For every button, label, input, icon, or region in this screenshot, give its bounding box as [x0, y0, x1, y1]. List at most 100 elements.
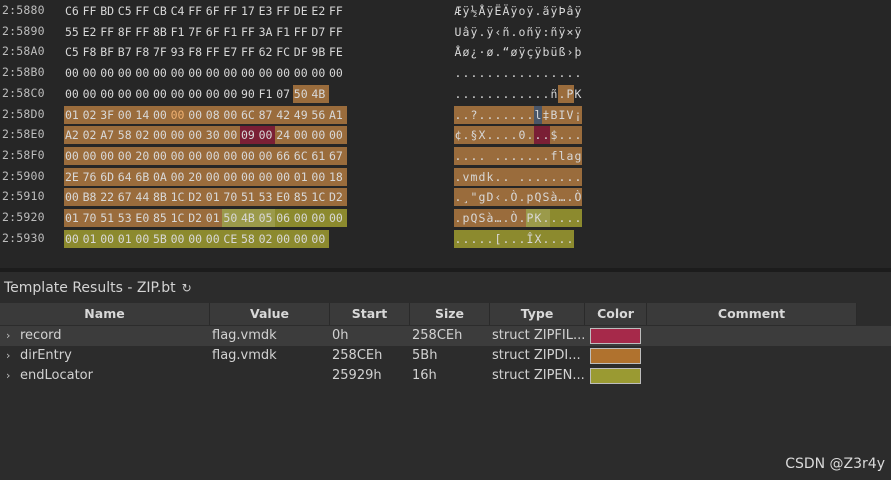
ascii-char[interactable]: .: [510, 146, 518, 165]
hex-byte[interactable]: 58: [116, 126, 136, 145]
ascii-char[interactable]: .: [542, 209, 550, 227]
hex-byte[interactable]: 30: [204, 126, 224, 145]
ascii-char[interactable]: §: [470, 126, 478, 145]
hex-byte[interactable]: 02: [81, 126, 101, 145]
ascii-char[interactable]: ÿ: [526, 2, 534, 20]
hex-byte[interactable]: 6D: [99, 167, 118, 186]
hex-byte[interactable]: FF: [134, 23, 153, 41]
ascii-char[interactable]: .: [566, 167, 574, 186]
row-color-swatch[interactable]: [590, 328, 641, 344]
hex-byte[interactable]: 93: [170, 43, 189, 61]
hex-byte[interactable]: 00: [310, 209, 329, 227]
hex-byte[interactable]: 7F: [187, 23, 206, 41]
ascii-char[interactable]: ‡: [542, 105, 550, 124]
ascii-char[interactable]: â: [566, 2, 574, 20]
hex-byte[interactable]: 00: [222, 146, 241, 165]
hex-byte[interactable]: FF: [205, 43, 224, 61]
ascii-char[interactable]: .: [542, 126, 550, 145]
ascii-char[interactable]: .: [526, 167, 534, 186]
hex-byte[interactable]: 00: [169, 229, 189, 248]
ascii-char[interactable]: .: [526, 85, 534, 103]
hex-byte[interactable]: 7F: [152, 43, 171, 61]
hex-byte[interactable]: 01: [292, 167, 312, 186]
hex-byte[interactable]: 64: [116, 167, 136, 186]
hex-byte[interactable]: 09: [240, 126, 259, 145]
hex-byte[interactable]: 67: [328, 146, 347, 165]
ascii-char[interactable]: .: [518, 229, 526, 248]
ascii-char[interactable]: .: [542, 229, 550, 248]
hex-byte[interactable]: 00: [64, 64, 83, 82]
template-row-endlocator[interactable]: › endLocator 25929h 16h struct ZIPEN...: [0, 366, 891, 386]
ascii-char[interactable]: ›: [566, 43, 574, 61]
hex-byte[interactable]: 00: [258, 64, 277, 82]
ascii-char[interactable]: .: [486, 105, 494, 124]
ascii-char[interactable]: X: [478, 126, 486, 145]
hex-byte[interactable]: 00: [257, 126, 277, 145]
hex-byte[interactable]: 00: [328, 64, 347, 82]
ascii-char[interactable]: K: [534, 209, 542, 227]
hex-byte[interactable]: 6B: [134, 167, 153, 186]
ascii-char[interactable]: .: [454, 229, 462, 248]
hex-byte[interactable]: F1: [258, 85, 277, 103]
ascii-char[interactable]: .: [518, 188, 526, 207]
ascii-char[interactable]: .: [454, 209, 462, 227]
ascii-char[interactable]: m: [470, 167, 478, 186]
ascii-char[interactable]: .: [550, 209, 558, 227]
hex-byte[interactable]: 6C: [240, 105, 259, 124]
ascii-char[interactable]: .: [534, 146, 542, 165]
ascii-char[interactable]: p: [462, 209, 470, 227]
ascii-char[interactable]: .: [526, 105, 534, 124]
ascii-char[interactable]: .: [566, 64, 574, 82]
ascii-char[interactable]: ñ: [550, 23, 558, 41]
ascii-char[interactable]: .: [454, 146, 462, 165]
hex-byte[interactable]: 06: [275, 209, 294, 227]
expand-chevron-icon[interactable]: ›: [6, 346, 10, 366]
hex-byte[interactable]: 02: [257, 229, 277, 248]
hex-byte[interactable]: 00: [64, 85, 83, 103]
expand-chevron-icon[interactable]: ›: [6, 326, 10, 346]
hex-byte[interactable]: CE: [222, 229, 241, 248]
ascii-char[interactable]: V: [566, 105, 574, 124]
ascii-char[interactable]: p: [526, 188, 534, 207]
hex-byte[interactable]: 6C: [292, 146, 312, 165]
ascii-char[interactable]: ÿ: [470, 23, 478, 41]
hex-byte[interactable]: F8: [82, 43, 101, 61]
ascii-char[interactable]: .: [534, 85, 542, 103]
hex-byte[interactable]: 00: [152, 85, 171, 103]
ascii-char[interactable]: .: [534, 64, 542, 82]
hex-byte[interactable]: 00: [328, 126, 347, 145]
hex-byte[interactable]: 00: [204, 146, 224, 165]
ascii-char[interactable]: ÿ: [574, 2, 582, 20]
hex-byte[interactable]: 17: [240, 2, 259, 20]
hex-byte[interactable]: 00: [187, 229, 206, 248]
hex-byte[interactable]: 02: [134, 126, 153, 145]
ascii-char[interactable]: ÿ: [534, 43, 542, 61]
hex-byte[interactable]: 00: [99, 146, 118, 165]
hex-byte[interactable]: 53: [116, 209, 136, 227]
ascii-char[interactable]: .: [502, 85, 510, 103]
ascii-char[interactable]: k: [486, 167, 494, 186]
hex-byte[interactable]: 51: [99, 209, 118, 227]
ascii-char[interactable]: o: [518, 2, 526, 20]
ascii-char[interactable]: ÿ: [550, 2, 558, 20]
hex-byte[interactable]: CB: [152, 2, 171, 20]
ascii-char[interactable]: .: [502, 146, 510, 165]
ascii-char[interactable]: .: [462, 229, 470, 248]
ascii-char[interactable]: .: [558, 84, 566, 103]
hex-byte[interactable]: FF: [240, 23, 259, 41]
hex-byte[interactable]: 85: [292, 188, 312, 207]
ascii-char[interactable]: Ò: [510, 209, 518, 227]
hex-byte[interactable]: 01: [64, 105, 83, 124]
hex-byte[interactable]: 00: [187, 85, 206, 103]
column-header-size[interactable]: Size: [410, 303, 490, 325]
hex-byte[interactable]: 87: [257, 105, 277, 124]
ascii-char[interactable]: .: [494, 167, 502, 186]
hex-byte[interactable]: 49: [292, 105, 312, 124]
template-row-direntry[interactable]: › dirEntry flag.vmdk 258CEh 5Bh struct Z…: [0, 346, 891, 366]
hex-byte[interactable]: F8: [187, 43, 206, 61]
ascii-char[interactable]: .: [550, 229, 558, 248]
hex-byte[interactable]: B7: [117, 43, 136, 61]
hex-byte[interactable]: FF: [134, 2, 153, 20]
ascii-char[interactable]: Þ: [558, 2, 566, 20]
ascii-char[interactable]: .: [478, 105, 486, 124]
